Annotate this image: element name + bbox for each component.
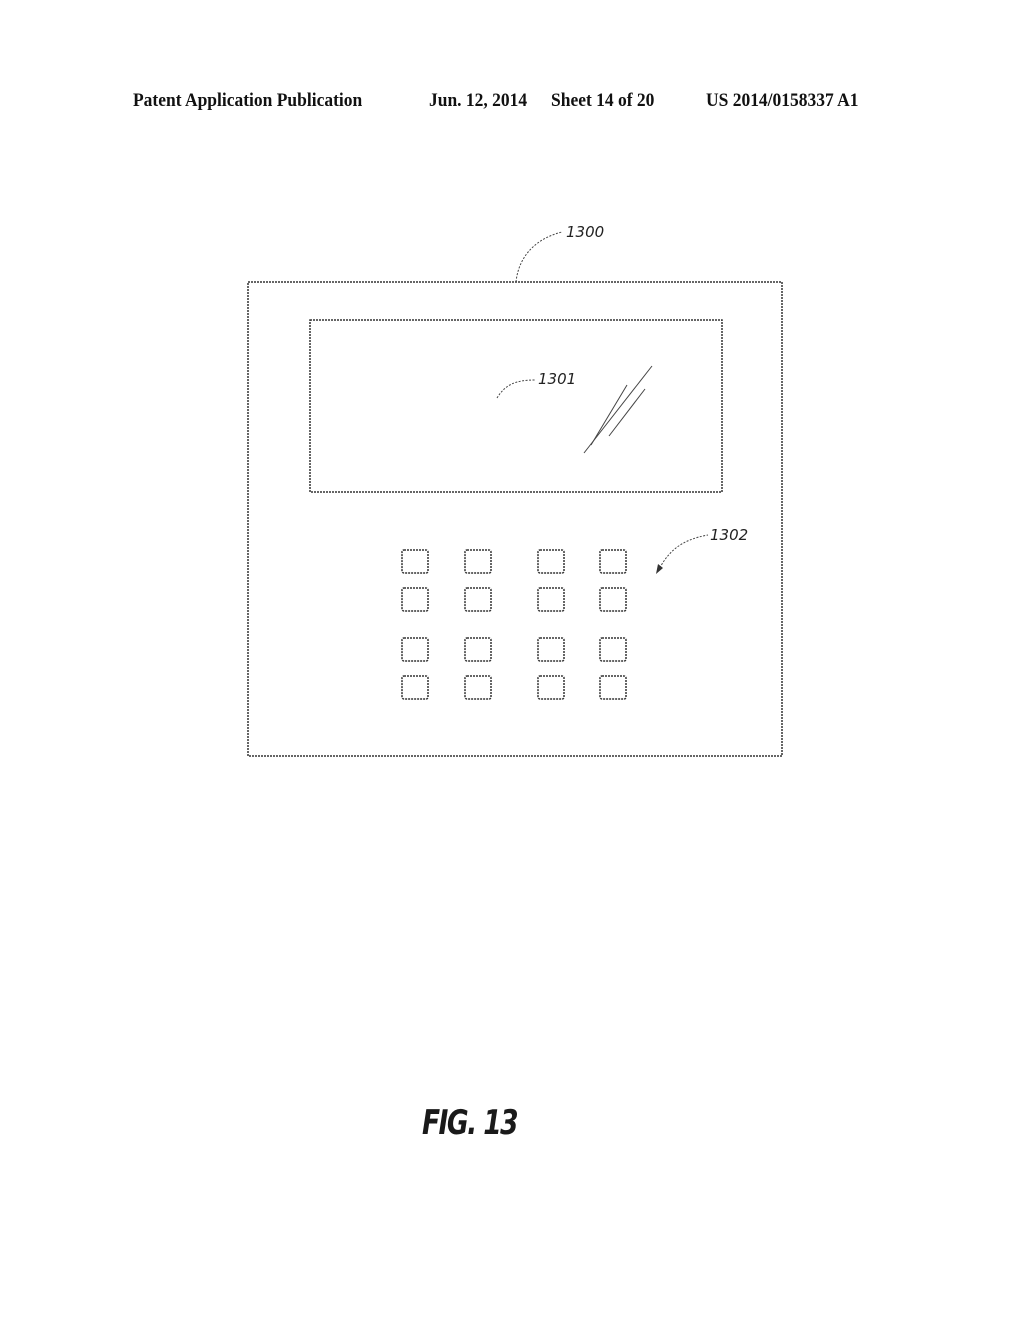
glare-line [608, 388, 646, 437]
display-screen [309, 319, 723, 493]
keypad-key [401, 637, 429, 662]
keypad-key [401, 587, 429, 612]
keypad-key [537, 549, 565, 574]
keypad-key [464, 549, 492, 574]
glare-line [583, 365, 653, 454]
leader-line-1301 [496, 379, 536, 399]
ref-numeral-1302: 1302 [710, 526, 748, 544]
device-housing [247, 281, 783, 757]
keypad-key [464, 587, 492, 612]
arrowhead-icon [656, 564, 663, 574]
keypad-key [401, 675, 429, 700]
ref-numeral-1301: 1301 [538, 370, 576, 388]
leader-line-1300 [515, 231, 563, 283]
keypad [401, 549, 627, 700]
keypad-key [464, 675, 492, 700]
keypad-key [537, 587, 565, 612]
keypad-key [401, 549, 429, 574]
keypad-key [599, 637, 627, 662]
keypad-key [537, 675, 565, 700]
leader-line-1302 [657, 534, 709, 572]
keypad-key [599, 675, 627, 700]
keypad-key [599, 549, 627, 574]
keypad-key [537, 637, 565, 662]
keypad-key [599, 587, 627, 612]
keypad-key [464, 637, 492, 662]
ref-numeral-1300: 1300 [566, 223, 604, 241]
figure-label: FIG. 13 [422, 1103, 519, 1143]
